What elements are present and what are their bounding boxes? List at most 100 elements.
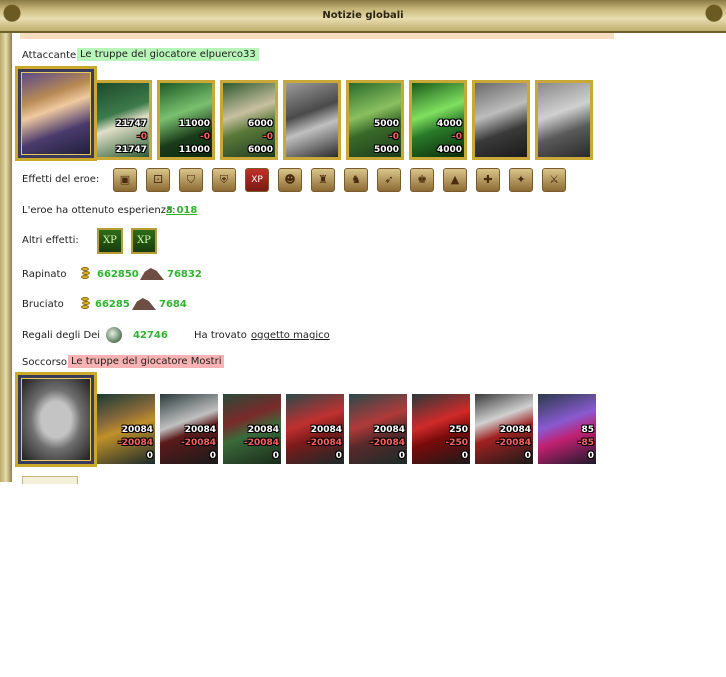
statue-unit[interactable] [535, 80, 593, 160]
attacker-tag-text: Le truppe del giocatore elpuerco33 [77, 48, 259, 61]
unit-count: 11000 [178, 119, 210, 129]
unit-remaining: 0 [587, 451, 594, 461]
ore-icon [140, 268, 164, 280]
archer-unit[interactable]: 5000 -0 5000 [346, 80, 404, 160]
news-window: Notizie globali Attaccante Le truppe del… [0, 0, 726, 484]
unit-remaining: 6000 [247, 145, 273, 155]
unit-losses: -0 [452, 132, 462, 142]
burned-ore-value: 7684 [159, 299, 187, 310]
gold-coins-icon [79, 295, 93, 311]
orc-warlord-unit[interactable]: 20084 -20084 0 [97, 394, 155, 464]
bottom-tab[interactable] [22, 476, 78, 484]
unit-losses: -20084 [117, 438, 153, 448]
unit-count: 20084 [373, 425, 405, 435]
tent-icon[interactable]: ▲ [443, 168, 467, 192]
xp-goblin-icon[interactable]: ☻ [278, 168, 302, 192]
experience-label: L'eroe ha ottenuto esperienza: [22, 205, 176, 216]
crystal-orb-icon [106, 327, 122, 343]
unit-losses: -20084 [495, 438, 531, 448]
unit-count: 20084 [184, 425, 216, 435]
unit-losses: -20084 [243, 438, 279, 448]
unit-remaining: 0 [524, 451, 531, 461]
unit-losses: -0 [200, 132, 210, 142]
unit-image [475, 83, 527, 157]
elf-swordsman-unit[interactable]: 11000 -0 11000 [157, 80, 215, 160]
bag-icon[interactable]: ♜ [311, 168, 335, 192]
unit-remaining: 21747 [115, 145, 147, 155]
scroll-icon[interactable]: ✦ [509, 168, 533, 192]
rescue-tag: Le truppe del giocatore Mostri [68, 355, 225, 368]
unit-count: 20084 [310, 425, 342, 435]
hero-effects-label: Effetti del eroe: [22, 174, 100, 185]
experience-value[interactable]: 3 018 [166, 205, 197, 216]
arrow-icon[interactable]: ➶ [377, 168, 401, 192]
hero-image [21, 378, 91, 461]
burned-gold-value: 66285 [95, 299, 130, 310]
unit-losses: -0 [137, 132, 147, 142]
unit-count: 4000 [436, 119, 462, 129]
unit-count: 21747 [115, 119, 147, 129]
other-effects-label: Altri effetti: [22, 235, 79, 246]
unit-image [538, 83, 590, 157]
found-label: Ha trovato [194, 330, 247, 341]
unit-image [286, 83, 338, 157]
armored-knight-unit[interactable] [472, 80, 530, 160]
unit-losses: -0 [389, 132, 399, 142]
xp-icon[interactable]: XP [245, 168, 269, 192]
sword-icon[interactable]: ⚔ [542, 168, 566, 192]
unit-losses: -85 [577, 438, 594, 448]
unit-count: 250 [449, 425, 468, 435]
dice-icon[interactable]: ⚀ [146, 168, 170, 192]
chest-icon[interactable]: ▣ [113, 168, 137, 192]
xp-icon[interactable]: XP [131, 228, 157, 254]
unit-count: 5000 [373, 119, 399, 129]
unit-remaining: 0 [398, 451, 405, 461]
unit-remaining: 5000 [373, 145, 399, 155]
unit-losses: -250 [445, 438, 468, 448]
goblin-unit[interactable]: 20084 -20084 0 [223, 394, 281, 464]
dwarf-unit[interactable]: 21747 -0 21747 [94, 80, 152, 160]
header-strip [20, 33, 614, 39]
monster-hero-portrait[interactable] [15, 372, 97, 467]
unit-remaining: 0 [209, 451, 216, 461]
attacker-label: Attaccante [22, 50, 76, 61]
unit-count: 20084 [499, 425, 531, 435]
gifts-value: 42746 [133, 330, 168, 341]
unit-remaining: 0 [461, 451, 468, 461]
griffin-unit[interactable] [283, 80, 341, 160]
xp-icon[interactable]: XP [97, 228, 123, 254]
unit-count: 6000 [247, 119, 273, 129]
catapult-icon[interactable]: ✚ [476, 168, 500, 192]
unit-losses: -0 [263, 132, 273, 142]
robbed-label: Rapinato [22, 269, 67, 280]
shield-sword-icon[interactable]: ⛨ [212, 168, 236, 192]
attacker-hero-portrait[interactable] [15, 66, 97, 161]
unit-losses: -20084 [369, 438, 405, 448]
robbed-gold-value: 662850 [97, 269, 139, 280]
unit-count: 85 [581, 425, 594, 435]
shield-icon[interactable]: ⛉ [179, 168, 203, 192]
red-dragon-unit[interactable]: 250 -250 0 [412, 394, 470, 464]
beast-icon[interactable]: ♞ [344, 168, 368, 192]
paladin-unit[interactable]: 6000 -0 6000 [220, 80, 278, 160]
ore-icon [132, 298, 156, 310]
attacker-label-text: Attaccante [22, 50, 77, 61]
unit-count: 20084 [121, 425, 153, 435]
demon-unit[interactable]: 20084 -20084 0 [286, 394, 344, 464]
gold-coins-icon [79, 265, 93, 281]
druid-unit[interactable]: 4000 -0 4000 [409, 80, 467, 160]
magic-item-link[interactable]: oggetto magico [251, 330, 330, 341]
burned-label: Bruciato [22, 299, 64, 310]
wizard-icon[interactable]: ♚ [410, 168, 434, 192]
bone-tower-unit[interactable]: 20084 -20084 0 [475, 394, 533, 464]
hydra-unit[interactable]: 85 -85 0 [538, 394, 596, 464]
dark-knight-unit[interactable]: 20084 -20084 0 [160, 394, 218, 464]
report-content: Attaccante Le truppe del giocatore elpue… [12, 33, 614, 482]
title-bar: Notizie globali [0, 0, 726, 33]
unit-remaining: 0 [335, 451, 342, 461]
hero-image [21, 72, 91, 155]
spider-demon-unit[interactable]: 20084 -20084 0 [349, 394, 407, 464]
left-border [0, 33, 12, 482]
window-title: Notizie globali [322, 10, 404, 21]
rescue-label: Soccorso [22, 357, 68, 368]
